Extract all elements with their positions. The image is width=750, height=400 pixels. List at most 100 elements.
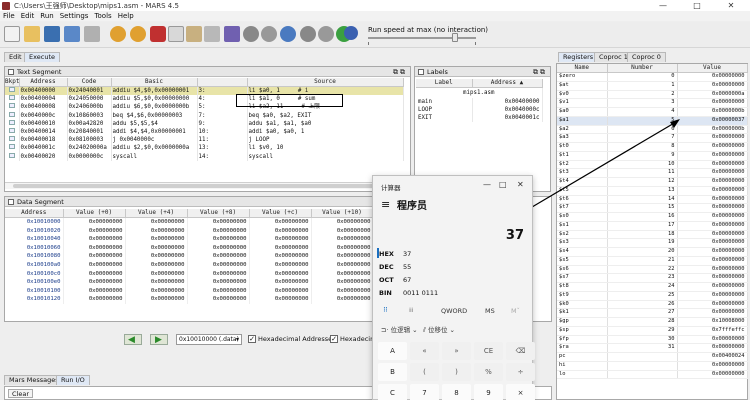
run-speed-knob[interactable]: [452, 33, 458, 42]
ds-address-cell[interactable]: 0x100100e0: [5, 278, 64, 287]
text-segment-hscroll[interactable]: [5, 182, 410, 189]
panel-controls-icon[interactable]: ⧉⧉: [533, 67, 547, 77]
calc-key[interactable]: CE: [474, 342, 503, 360]
ds-value-cell[interactable]: 0x00000000: [63, 243, 126, 253]
ds-value-cell[interactable]: 0x00000000: [63, 235, 126, 244]
bin-row[interactable]: BIN 0011 0111: [379, 289, 438, 297]
ds-value-cell[interactable]: 0x00000000: [125, 286, 188, 296]
reg-value-cell[interactable]: 0x00000000: [677, 247, 748, 257]
bkpt-cell[interactable]: [5, 111, 20, 120]
new-file-icon[interactable]: [4, 26, 20, 42]
bkpt-cell[interactable]: [5, 128, 20, 137]
ds-address-cell[interactable]: 0x10010100: [5, 286, 64, 296]
reg-value-cell[interactable]: 0x00000000: [677, 256, 748, 266]
ds-value-cell[interactable]: 0x00000000: [249, 252, 312, 261]
segment-select[interactable]: 0x10010000 (.data) ▾: [176, 334, 242, 345]
col-address[interactable]: Address: [19, 78, 68, 87]
menu-help[interactable]: Help: [118, 11, 134, 21]
save-icon[interactable]: [44, 26, 60, 42]
breakpoint-checkbox[interactable]: [8, 87, 15, 92]
hex-row[interactable]: HEX 37: [379, 250, 411, 258]
pause-icon[interactable]: [300, 26, 316, 42]
calc-key[interactable]: B: [378, 363, 407, 381]
run-icon[interactable]: [243, 26, 259, 42]
bkpt-cell[interactable]: [5, 95, 20, 104]
ds-address-cell[interactable]: 0x10010060: [5, 243, 64, 253]
ds-value-cell[interactable]: 0x00000000: [63, 260, 126, 270]
maximize-button[interactable]: □: [680, 0, 714, 11]
hex-addresses-checkbox[interactable]: ✓: [248, 335, 256, 343]
ds-value-cell[interactable]: 0x00000000: [249, 295, 312, 304]
menu-run[interactable]: Run: [40, 11, 53, 21]
ds-value-cell[interactable]: 0x00000000: [187, 295, 250, 304]
reg-value-cell[interactable]: 0x00000000: [677, 335, 748, 345]
ds-value-cell[interactable]: 0x00000000: [311, 252, 374, 261]
paste-icon[interactable]: [186, 26, 202, 42]
ds-value-cell[interactable]: 0x00000000: [187, 260, 250, 270]
dump-memory-icon[interactable]: [84, 26, 100, 42]
ds-value-cell[interactable]: 0x00000000: [249, 269, 312, 279]
reg-value-cell[interactable]: 0x00000000: [677, 151, 748, 161]
calc-key[interactable]: C: [378, 384, 407, 400]
col-label-address[interactable]: Address ▲: [472, 79, 543, 88]
reg-value-cell[interactable]: 0x10008000: [677, 317, 748, 327]
ds-value-cell[interactable]: 0x00000000: [249, 278, 312, 287]
reg-value-cell[interactable]: 0x00000000: [677, 203, 748, 213]
ds-value-cell[interactable]: 0x00000000: [249, 226, 312, 236]
ds-value-cell[interactable]: 0x00000000: [311, 217, 374, 227]
ds-value-cell[interactable]: 0x00000000: [125, 217, 188, 227]
reg-value-cell[interactable]: 0x00000000: [677, 265, 748, 275]
ds-value-cell[interactable]: 0x00000000: [125, 243, 188, 253]
open-file-icon[interactable]: [24, 26, 40, 42]
col-code[interactable]: Code: [67, 78, 112, 87]
assemble-icon[interactable]: [224, 26, 240, 42]
hamburger-menu-icon[interactable]: ≡: [381, 198, 390, 211]
backstep-icon[interactable]: [280, 26, 296, 42]
cut-icon[interactable]: [150, 26, 166, 42]
table-row[interactable]: 0x00400000 0x24040001 addiu $4,$0,0x000000…: [5, 86, 404, 96]
calc-minimize-button[interactable]: —: [483, 180, 491, 189]
calc-key[interactable]: ×: [506, 384, 535, 400]
ds-value-cell[interactable]: 0x00000000: [187, 243, 250, 253]
tab-run-io[interactable]: Run I/O: [56, 375, 90, 385]
ds-value-cell[interactable]: 0x00000000: [249, 235, 312, 244]
table-row[interactable]: 0x00400004 0x24050000 addiu $5,$0,0x000000…: [5, 95, 404, 104]
ds-address-cell[interactable]: 0x10010080: [5, 252, 64, 261]
reg-value-cell[interactable]: 0x00000000: [677, 343, 748, 353]
ds-value-cell[interactable]: 0x00000000: [125, 226, 188, 236]
table-row[interactable]: 0x00400014 0x20840001 addi $4,$4,0x0000000…: [5, 128, 404, 137]
table-row[interactable]: 0x00400008 0x2406000b addiu $6,$0,0x000000…: [5, 103, 404, 112]
ds-value-cell[interactable]: 0x00000000: [125, 295, 188, 304]
reg-value-cell[interactable]: 0x00000000: [677, 361, 748, 371]
copy-icon[interactable]: [168, 26, 184, 42]
ds-value-cell[interactable]: 0x00000000: [63, 269, 126, 279]
calc-key[interactable]: ÷: [506, 363, 535, 381]
step-icon[interactable]: [261, 26, 277, 42]
word-size-button[interactable]: QWORD: [441, 307, 467, 315]
bkpt-cell[interactable]: [5, 136, 20, 145]
reg-value-cell[interactable]: 0x00000000: [677, 308, 748, 318]
redo-icon[interactable]: [130, 26, 146, 42]
ds-value-cell[interactable]: 0x00000000: [187, 235, 250, 244]
ds-value-cell[interactable]: 0x00000000: [63, 217, 126, 227]
bkpt-cell[interactable]: [5, 103, 20, 112]
ds-value-cell[interactable]: 0x00000000: [187, 217, 250, 227]
ds-value-cell[interactable]: 0x00000000: [311, 260, 374, 270]
ds-value-cell[interactable]: 0x00000000: [187, 226, 250, 236]
ds-value-cell[interactable]: 0x00000000: [125, 235, 188, 244]
bit-toggle-icon[interactable]: ⁞⁞: [409, 306, 413, 314]
calc-key[interactable]: A: [378, 342, 407, 360]
reg-value-cell[interactable]: 0x00000037: [677, 116, 748, 126]
bkpt-cell[interactable]: [5, 119, 20, 129]
ds-value-cell[interactable]: 0x00000000: [311, 243, 374, 253]
label-row[interactable]: LOOP 0x0040000c: [416, 105, 543, 114]
ds-address-cell[interactable]: 0x10010020: [5, 226, 64, 236]
reg-value-cell[interactable]: 0x0000000a: [677, 90, 748, 100]
col-label[interactable]: Label: [416, 79, 473, 88]
menu-settings[interactable]: Settings: [60, 11, 89, 21]
reg-value-cell[interactable]: 0x00000000: [677, 230, 748, 240]
reg-value-cell[interactable]: 0x0000000b: [677, 125, 748, 135]
label-row[interactable]: main 0x00400000: [416, 97, 543, 106]
stop-icon[interactable]: [318, 26, 334, 42]
panel-controls-icon[interactable]: ⧉⧉: [393, 67, 407, 77]
